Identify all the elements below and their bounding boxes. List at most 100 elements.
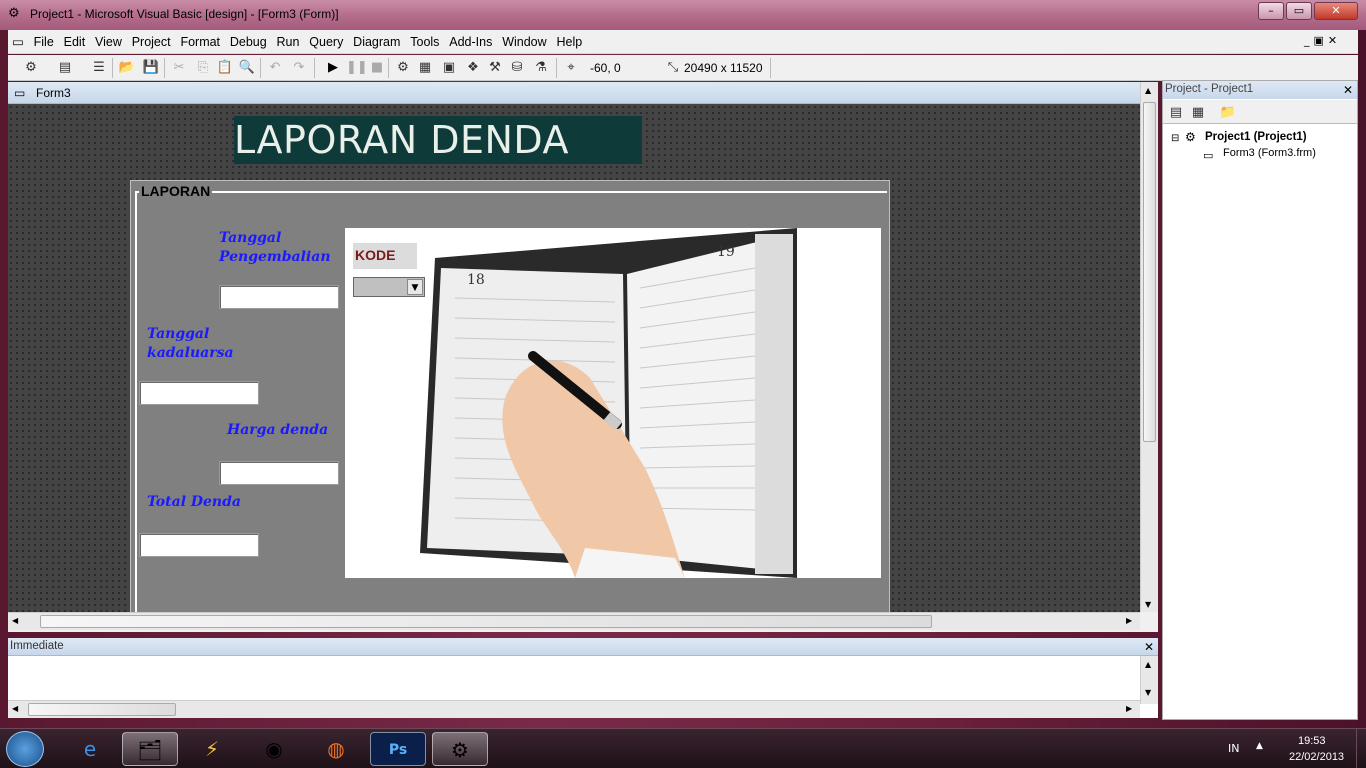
label-tanggal-kadaluarsa: Tanggal kadaluarsa: [147, 326, 234, 361]
designer-horizontal-scrollbar[interactable]: ◀ ▶: [8, 612, 1140, 630]
winamp-icon[interactable]: ⚡: [184, 732, 240, 766]
object-browser-icon[interactable]: ❖: [464, 59, 482, 77]
chevron-down-icon[interactable]: ▼: [407, 279, 423, 295]
scroll-right-icon[interactable]: ▶: [1126, 616, 1132, 625]
scroll-left-icon[interactable]: ◀: [12, 704, 18, 713]
tree-item-project[interactable]: Project1 (Project1): [1205, 131, 1307, 143]
frame-caption: LAPORAN: [139, 183, 213, 199]
menu-editor-icon[interactable]: ☰: [90, 59, 108, 77]
close-icon[interactable]: ✕: [1142, 640, 1156, 654]
tray-expand-icon[interactable]: ▲: [1256, 741, 1263, 751]
scroll-down-icon[interactable]: ▼: [1145, 600, 1151, 609]
immediate-scroll-thumb[interactable]: [28, 703, 176, 716]
input-tanggal-kadaluarsa[interactable]: [139, 381, 259, 405]
maximize-button[interactable]: ▭: [1286, 2, 1312, 20]
photoshop-icon[interactable]: Ps: [370, 732, 426, 766]
toggle-folders-icon[interactable]: 📁: [1219, 104, 1237, 122]
cut-icon[interactable]: ✂: [170, 59, 188, 77]
scroll-down-icon[interactable]: ▼: [1145, 688, 1151, 697]
designer-title-bar: ▭ Form3: [8, 82, 1140, 104]
add-form-icon[interactable]: ▤: [56, 59, 74, 77]
scroll-left-icon[interactable]: ◀: [12, 616, 18, 625]
input-total-denda[interactable]: [139, 533, 259, 557]
menu-edit[interactable]: Edit: [61, 31, 89, 53]
title-bar: ⚙ Project1 - Microsoft Visual Basic [des…: [0, 0, 1366, 30]
project-explorer: Project - Project1 ✕ ▤ ▦ 📁 ⊟ ⚙ Project1 …: [1162, 80, 1358, 720]
component-manager-icon[interactable]: ⚗: [532, 59, 550, 77]
open-project-icon[interactable]: 📂: [118, 59, 136, 77]
redo-icon[interactable]: ↷: [290, 59, 308, 77]
data-view-icon[interactable]: ⛁: [508, 59, 526, 77]
scroll-up-icon[interactable]: ▲: [1145, 660, 1151, 669]
language-indicator[interactable]: IN: [1228, 742, 1239, 755]
notebook-picture: 18 19: [345, 228, 881, 578]
firefox-icon[interactable]: ◍: [308, 732, 364, 766]
ie-icon[interactable]: e: [62, 732, 118, 766]
close-icon[interactable]: ✕: [1341, 83, 1355, 97]
save-project-icon[interactable]: 💾: [142, 59, 160, 77]
toolbox-icon[interactable]: ⚒: [486, 59, 504, 77]
menu-diagram[interactable]: Diagram: [350, 31, 403, 53]
start-icon[interactable]: ▶: [324, 59, 342, 77]
label-harga-denda: Harga denda: [227, 422, 329, 438]
chrome-icon[interactable]: ◉: [246, 732, 302, 766]
properties-window-icon[interactable]: ▦: [416, 59, 434, 77]
add-project-icon[interactable]: ⚙: [22, 59, 40, 77]
form-canvas[interactable]: LAPORAN DENDA LAPORAN Tanggal Pengembali…: [8, 104, 1140, 620]
input-tanggal-pengembalian[interactable]: [219, 285, 339, 309]
report-banner: LAPORAN DENDA: [234, 116, 642, 164]
menu-window[interactable]: Window: [499, 31, 549, 53]
input-harga-denda[interactable]: [219, 461, 339, 485]
form-layout-icon[interactable]: ▣: [440, 59, 458, 77]
menu-format[interactable]: Format: [177, 31, 223, 53]
collapse-icon[interactable]: ⊟: [1171, 133, 1179, 144]
designer-vertical-scrollbar[interactable]: ▲ ▼: [1140, 82, 1158, 612]
clock-time[interactable]: 19:53: [1298, 735, 1326, 747]
scroll-up-icon[interactable]: ▲: [1145, 86, 1151, 95]
kode-combobox[interactable]: ▼: [353, 277, 425, 297]
view-code-icon[interactable]: ▤: [1167, 104, 1185, 122]
menu-tools[interactable]: Tools: [407, 31, 442, 53]
clock-date[interactable]: 22/02/2013: [1289, 751, 1344, 763]
close-button[interactable]: ✕: [1314, 2, 1358, 20]
menu-debug[interactable]: Debug: [227, 31, 270, 53]
end-icon[interactable]: ■: [368, 59, 386, 77]
show-desktop-button[interactable]: [1356, 729, 1366, 768]
menu-query[interactable]: Query: [306, 31, 346, 53]
scroll-right-icon[interactable]: ▶: [1126, 704, 1132, 713]
find-icon[interactable]: 🔍: [238, 59, 256, 77]
tree-item-form3[interactable]: Form3 (Form3.frm): [1223, 147, 1316, 159]
explorer-icon[interactable]: 🗂: [122, 732, 178, 766]
vertical-scroll-thumb[interactable]: [1143, 102, 1156, 442]
project-explorer-toolbar: ▤ ▦ 📁: [1163, 100, 1357, 124]
undo-icon[interactable]: ↶: [266, 59, 284, 77]
view-object-icon[interactable]: ▦: [1189, 104, 1207, 122]
immediate-window[interactable]: Immediate ✕ ▲ ▼ ◀ ▶: [8, 638, 1158, 718]
project-explorer-icon[interactable]: ⚙: [394, 59, 412, 77]
immediate-horizontal-scrollbar[interactable]: ◀ ▶: [8, 700, 1140, 718]
menu-add-ins[interactable]: Add-Ins: [446, 31, 495, 53]
horizontal-scroll-thumb[interactable]: [40, 615, 932, 628]
form-menu-icon[interactable]: ▭: [8, 30, 27, 53]
immediate-vertical-scrollbar[interactable]: ▲ ▼: [1140, 656, 1158, 704]
menu-help[interactable]: Help: [553, 31, 585, 53]
designer-title: Form3: [36, 86, 71, 100]
menu-view[interactable]: View: [92, 31, 125, 53]
menu-project[interactable]: Project: [129, 31, 174, 53]
minimize-button[interactable]: –: [1258, 2, 1284, 20]
break-icon[interactable]: ❚❚: [346, 59, 368, 77]
menu-run[interactable]: Run: [274, 31, 303, 53]
visual-basic-icon[interactable]: ⚙: [432, 732, 488, 766]
start-button[interactable]: [6, 731, 44, 767]
size-readout: 20490 x 11520: [684, 61, 763, 75]
standard-toolbar: ⚙ ▤ ☰ 📂 💾 ✂ ⎘ 📋 🔍 ↶ ↷ ▶ ❚❚ ■ ⚙ ▦ ▣ ❖ ⚒ ⛁…: [8, 55, 1358, 81]
form-icon: ▭: [14, 86, 26, 100]
paste-icon[interactable]: 📋: [216, 59, 234, 77]
mdi-child-controls[interactable]: _▣✕: [1304, 34, 1341, 47]
copy-icon[interactable]: ⎘: [194, 59, 212, 77]
laporan-frame[interactable]: LAPORAN Tanggal Pengembalian Tanggal kad…: [130, 180, 890, 620]
menu-file[interactable]: File: [31, 31, 57, 53]
project-icon: ⚙: [1185, 130, 1196, 144]
svg-text:18: 18: [467, 272, 485, 288]
label-tanggal-pengembalian: Tanggal Pengembalian: [219, 230, 331, 265]
